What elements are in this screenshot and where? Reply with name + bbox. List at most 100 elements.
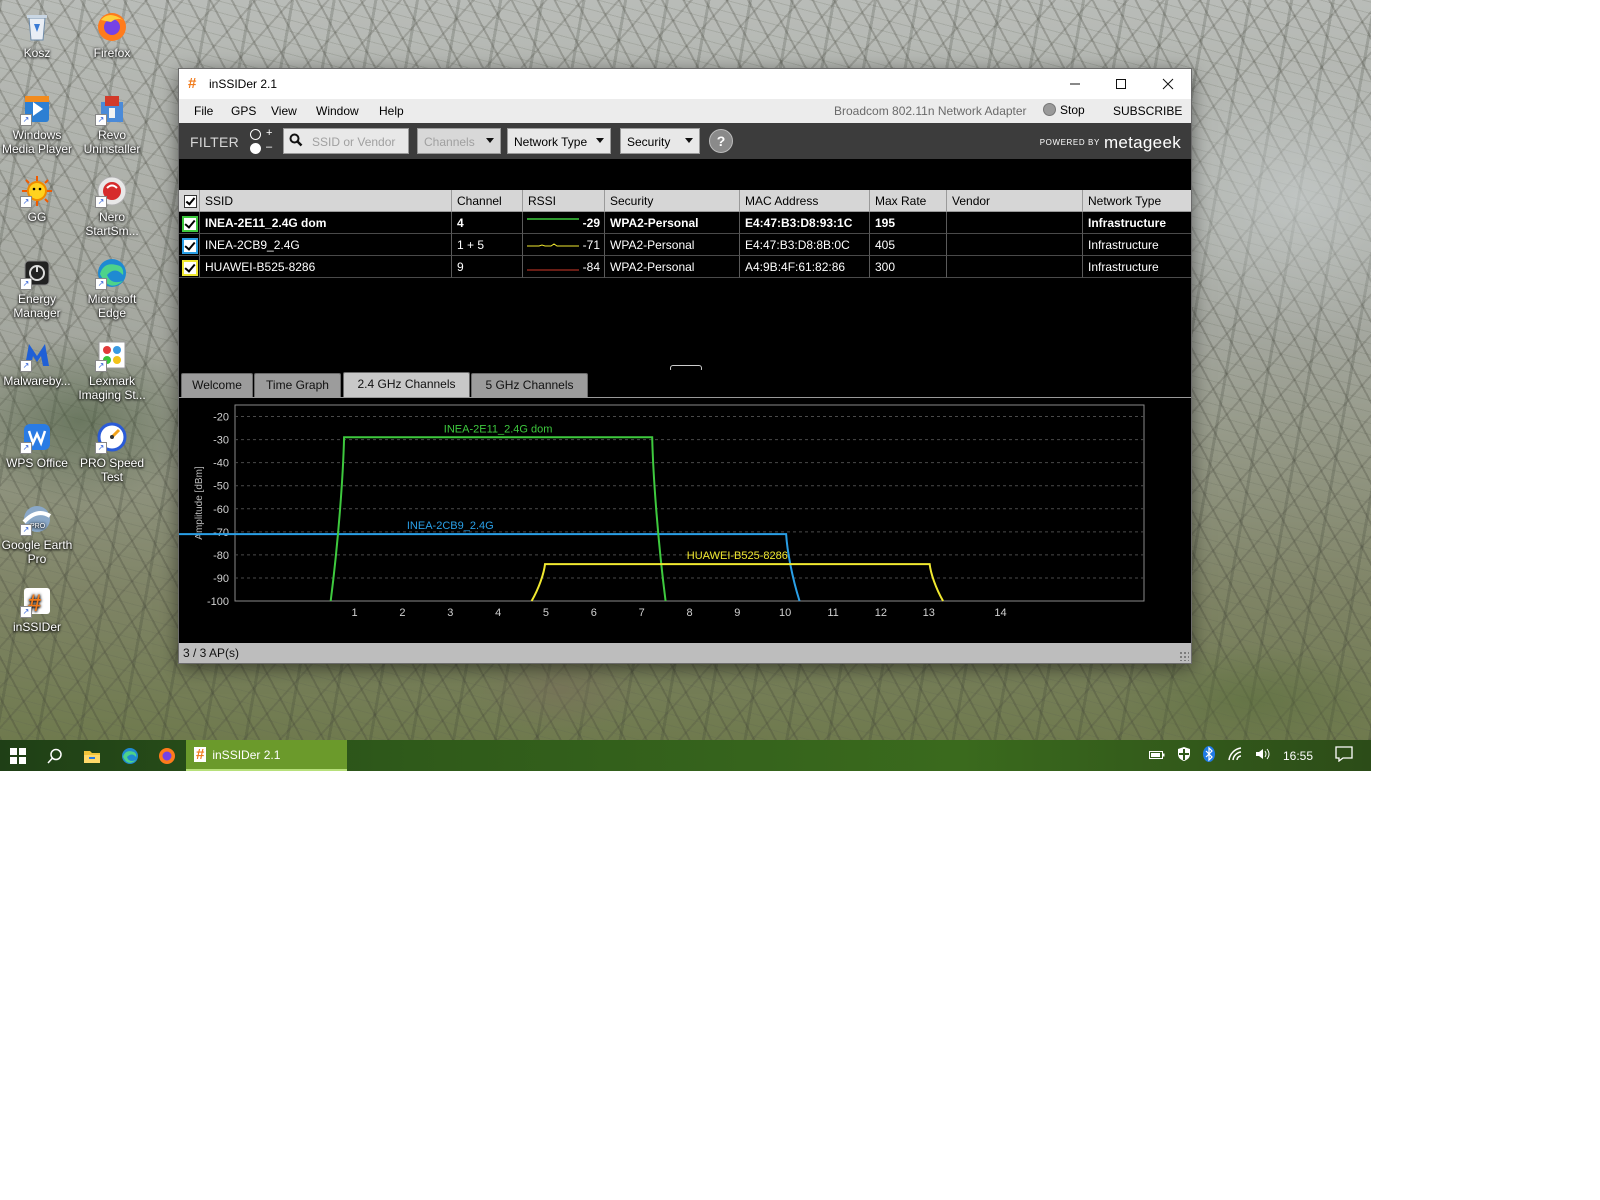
clock[interactable]: 16:55: [1283, 749, 1313, 763]
desktop-icon-firefox[interactable]: Firefox: [75, 10, 149, 60]
desktop-icon-malwarebytes[interactable]: ↗ Malwareby...: [0, 338, 74, 388]
desktop-icon-google-earth[interactable]: PRO ↗ Google Earth Pro: [0, 502, 74, 566]
checkbox-icon: [182, 216, 198, 232]
row-checkbox[interactable]: [179, 256, 200, 278]
y-tick-label: -80: [213, 550, 229, 562]
inssider-window: # inSSIDer 2.1 File GPS View Window Help…: [179, 69, 1191, 663]
table-header: SSID Channel RSSI Security MAC Address M…: [179, 190, 1191, 212]
cell-network-type: Infrastructure: [1083, 256, 1191, 278]
filter-results-band: [179, 159, 1191, 190]
window-title: inSSIDer 2.1: [209, 77, 278, 91]
desktop-icon-lexmark[interactable]: ↗ Lexmark Imaging St...: [75, 338, 149, 402]
bluetooth-icon[interactable]: [1202, 746, 1215, 765]
edge-icon: ↗: [95, 256, 129, 290]
table-row[interactable]: INEA-2E11_2.4G dom 4 -29 WPA2-Personal E…: [179, 212, 1191, 234]
inssider-hash-icon: #: [194, 746, 207, 763]
desktop-icon-inssider[interactable]: # ↗ inSSIDer: [0, 584, 74, 634]
column-header-ssid[interactable]: SSID: [200, 190, 452, 212]
cell-max-rate: 195: [870, 212, 947, 234]
column-header-max-rate[interactable]: Max Rate: [870, 190, 947, 212]
channel-chart-panel: -20 -30 -40 -50 -60 -70 -80 -90 -100 1 2 3 4 5 6 7 8 9 10 1…: [179, 398, 1191, 632]
help-icon: ?: [716, 133, 726, 149]
y-tick-label: -40: [213, 458, 229, 470]
taskbar-inssider-button[interactable]: # inSSIDer 2.1: [186, 740, 347, 771]
maximize-button[interactable]: [1098, 69, 1144, 99]
desktop-icon-gg[interactable]: ↗ GG: [0, 174, 74, 224]
y-tick-label: -90: [213, 573, 229, 585]
security-shield-icon[interactable]: [1177, 746, 1191, 765]
notifications-icon[interactable]: [1335, 746, 1353, 765]
start-button[interactable]: [0, 740, 36, 771]
cell-security: WPA2-Personal: [605, 256, 740, 278]
desktop-icon-prospeed[interactable]: ↗ PRO Speed Test: [75, 420, 149, 484]
search-box[interactable]: [283, 128, 409, 154]
network-type-dropdown[interactable]: Network Type: [507, 128, 611, 154]
recycle-bin-icon: [20, 10, 54, 44]
help-button[interactable]: ?: [709, 129, 733, 153]
stop-button[interactable]: Stop: [1043, 103, 1085, 117]
row-checkbox[interactable]: [179, 234, 200, 256]
taskbar-edge[interactable]: [112, 740, 148, 771]
menu-window[interactable]: Window: [316, 104, 359, 118]
menu-view[interactable]: View: [271, 104, 297, 118]
x-tick-label: 3: [447, 607, 453, 619]
column-header-vendor[interactable]: Vendor: [947, 190, 1083, 212]
tab-5ghz-channels[interactable]: 5 GHz Channels: [471, 373, 588, 397]
windows-logo-icon: [10, 747, 26, 764]
menu-gps[interactable]: GPS: [231, 104, 256, 118]
security-dropdown[interactable]: Security: [620, 128, 700, 154]
svg-text:PRO: PRO: [30, 523, 46, 530]
inssider-hash-icon: # ↗: [20, 584, 54, 618]
taskbar-file-explorer[interactable]: [74, 740, 110, 771]
filter-exclude-radio[interactable]: [250, 143, 261, 154]
filter-include-radio[interactable]: [250, 129, 261, 140]
tab-welcome[interactable]: Welcome: [181, 373, 253, 397]
search-button[interactable]: [37, 740, 73, 771]
cell-ssid: HUAWEI-B525-8286: [200, 256, 452, 278]
checkbox-icon: [184, 195, 197, 208]
channel-chart: -20-30-40-50-60-70-80-90-1001 2 3 4 5 6 7 8 9 10 1…: [179, 404, 1145, 619]
desktop-icon-energy[interactable]: ↗ Energy Manager: [0, 256, 74, 320]
row-checkbox[interactable]: [179, 212, 200, 234]
desktop-icon-recycle-bin[interactable]: Kosz: [0, 10, 74, 60]
rssi-sparkline: [527, 218, 579, 220]
system-tray: 16:55: [1143, 740, 1371, 771]
network-adapter-label[interactable]: Broadcom 802.11n Network Adapter: [834, 104, 1027, 118]
close-button[interactable]: [1145, 69, 1191, 99]
desktop-icon-edge[interactable]: ↗ Microsoft Edge: [75, 256, 149, 320]
tab-24ghz-channels[interactable]: 2.4 GHz Channels: [343, 372, 470, 397]
battery-icon[interactable]: [1148, 749, 1165, 763]
resize-grip-icon[interactable]: [1179, 651, 1189, 661]
column-header-mac[interactable]: MAC Address: [740, 190, 870, 212]
table-row[interactable]: HUAWEI-B525-8286 9 -84 WPA2-Personal A4:…: [179, 256, 1191, 278]
rssi-sparkline: [527, 269, 579, 271]
menu-file[interactable]: File: [194, 104, 213, 118]
plot-area: [234, 404, 1145, 602]
menu-help[interactable]: Help: [379, 104, 404, 118]
desktop-icon-nero[interactable]: ↗ Nero StartSm...: [75, 174, 149, 238]
title-bar[interactable]: # inSSIDer 2.1: [179, 69, 1191, 99]
search-icon: [289, 133, 303, 150]
column-header-network-type[interactable]: Network Type: [1083, 190, 1191, 212]
taskbar-firefox[interactable]: [149, 740, 185, 771]
desktop-icon-media-player[interactable]: ↗ Windows Media Player: [0, 92, 74, 156]
desktop-icon-wps[interactable]: ↗ WPS Office: [0, 420, 74, 470]
channels-dropdown[interactable]: Channels: [417, 128, 501, 154]
taskbar: # inSSIDer 2.1 16:55: [0, 740, 1371, 771]
tab-time-graph[interactable]: Time Graph: [254, 373, 341, 397]
column-header-security[interactable]: Security: [605, 190, 740, 212]
column-header-channel[interactable]: Channel: [452, 190, 523, 212]
volume-icon[interactable]: [1255, 747, 1271, 764]
minimize-button[interactable]: [1052, 69, 1098, 99]
search-input[interactable]: [310, 132, 408, 152]
screen: Kosz Firefox ↗ Windows Media Player ↗ Re…: [0, 0, 1371, 771]
desktop-icon-revo[interactable]: ↗ Revo Uninstaller: [75, 92, 149, 156]
table-row[interactable]: INEA-2CB9_2.4G 1 + 5 -71 WPA2-Personal E…: [179, 234, 1191, 256]
column-header-rssi[interactable]: RSSI: [523, 190, 605, 212]
select-all-checkbox[interactable]: [179, 190, 200, 212]
cell-rssi: -84: [523, 256, 605, 278]
cell-vendor: [947, 212, 1083, 234]
subscribe-link[interactable]: SUBSCRIBE: [1113, 104, 1182, 118]
checkbox-icon: [182, 260, 198, 276]
wifi-icon[interactable]: [1227, 747, 1243, 764]
